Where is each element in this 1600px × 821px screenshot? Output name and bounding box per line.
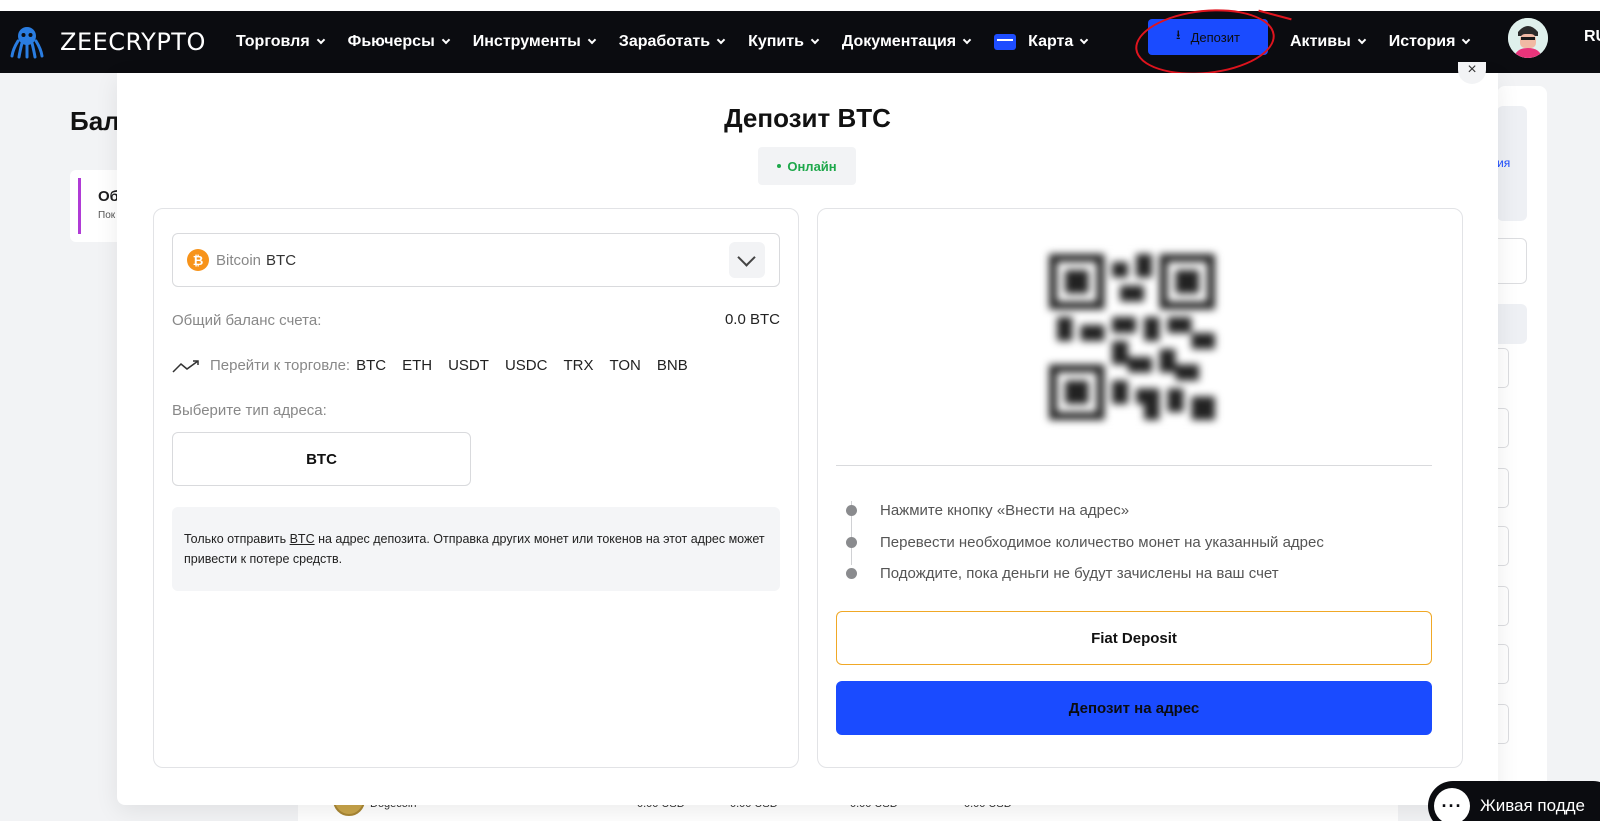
overview-card-title: Об xyxy=(98,188,119,205)
right-row-button[interactable] xyxy=(1497,526,1509,566)
user-avatar-icon xyxy=(1508,18,1548,58)
chevron-down-icon xyxy=(316,35,325,45)
trade-link-bnb[interactable]: BNB xyxy=(657,357,688,374)
trade-links: Перейти к торговле: BTC ETH USDT USDC TR… xyxy=(172,357,704,374)
coin-ticker: BTC xyxy=(266,251,297,269)
right-table-header xyxy=(1497,304,1527,344)
trend-up-icon xyxy=(172,359,199,373)
main-menu: Торговля Фьючерсы Инструменты Заработать… xyxy=(236,33,1111,51)
warning-text-pre: Только отправить xyxy=(184,532,290,546)
deposit-form-panel: ₿ Bitcoin BTC Общий баланс счета: 0.0 BT… xyxy=(153,208,799,768)
instruction-steps: Нажмите кнопку «Внести на адрес» Перевес… xyxy=(846,495,1426,590)
right-link[interactable]: ия xyxy=(1497,156,1510,170)
chevron-down-icon xyxy=(810,35,820,45)
status-badge: Онлайн xyxy=(758,147,856,185)
download-arrow-icon: ⭳ xyxy=(1176,27,1181,42)
menu-trading[interactable]: Торговля xyxy=(236,33,325,51)
status-dot-icon xyxy=(777,164,782,168)
deposit-modal: Депозит BTC Онлайн ₿ Bitcoin BTC Общий б… xyxy=(117,73,1498,805)
overview-card-subtitle: Пок xyxy=(98,210,116,221)
language-selector[interactable]: RU xyxy=(1584,28,1600,46)
menu-history[interactable]: История xyxy=(1389,33,1471,51)
trade-link-ton[interactable]: TON xyxy=(609,357,640,374)
octopus-logo-icon xyxy=(10,27,44,59)
balance-value: 0.0 BTC xyxy=(724,311,780,328)
chevron-down-icon xyxy=(1357,35,1366,45)
menu-buy[interactable]: Купить xyxy=(748,33,820,51)
list-item: Перевести необходимое количество монет н… xyxy=(846,527,1426,559)
modal-title: Депозит BTC xyxy=(724,103,891,133)
trade-link-trx[interactable]: TRX xyxy=(563,357,593,374)
list-item: Нажмите кнопку «Внести на адрес» xyxy=(846,495,1426,527)
brand-name: ZEECRYPTO xyxy=(60,28,206,56)
address-type-label: Выберите тип адреса: xyxy=(172,402,327,419)
warning-box: Только отправить BTC на адрес депозита. … xyxy=(172,507,780,591)
trade-link-usdc[interactable]: USDC xyxy=(505,357,548,374)
right-row-button[interactable] xyxy=(1497,644,1509,684)
avatar[interactable] xyxy=(1508,18,1548,58)
menu-earn[interactable]: Заработать xyxy=(619,33,726,51)
right-row-button[interactable] xyxy=(1497,586,1509,626)
qr-code-icon xyxy=(1049,254,1215,420)
nav-deposit-label: Депозит xyxy=(1190,29,1240,45)
menu-docs[interactable]: Документация xyxy=(842,33,972,51)
menu-assets[interactable]: Активы xyxy=(1290,33,1366,51)
live-chat-button[interactable]: ··· Живая подде xyxy=(1428,781,1600,821)
coin-name: Bitcoin xyxy=(216,251,262,269)
chevron-down-icon xyxy=(962,35,972,45)
card-icon xyxy=(994,34,1017,50)
right-row-button[interactable] xyxy=(1497,348,1509,388)
right-row-button[interactable] xyxy=(1497,408,1509,448)
right-row-button[interactable] xyxy=(1497,468,1509,508)
page-title: Бал xyxy=(70,106,120,136)
right-row-button[interactable] xyxy=(1497,704,1509,744)
menu-tools[interactable]: Инструменты xyxy=(473,33,597,51)
active-indicator xyxy=(78,178,81,234)
address-type-button[interactable]: BTC xyxy=(172,432,471,486)
menu-card[interactable]: Карта xyxy=(994,33,1089,51)
trade-link-usdt[interactable]: USDT xyxy=(448,357,489,374)
right-panel: ия xyxy=(1497,86,1547,816)
chevron-down-icon xyxy=(441,35,450,45)
top-strip xyxy=(0,0,1600,11)
warning-coin: BTC xyxy=(289,532,315,546)
divider xyxy=(836,465,1432,466)
list-item: Подождите, пока деньги не будут зачислен… xyxy=(846,558,1426,590)
status-label: Онлайн xyxy=(787,158,837,174)
chevron-down-icon xyxy=(716,35,726,45)
coin-select[interactable]: ₿ Bitcoin BTC xyxy=(172,233,780,287)
right-search-input[interactable] xyxy=(1497,238,1527,284)
chevron-down-icon xyxy=(587,35,597,45)
bitcoin-icon: ₿ xyxy=(187,249,209,271)
fiat-deposit-button[interactable]: Fiat Deposit xyxy=(836,611,1432,665)
trade-label: Перейти к торговле: xyxy=(210,357,351,374)
chevron-down-icon[interactable] xyxy=(729,242,765,278)
deposit-to-address-button[interactable]: Депозит на адрес xyxy=(836,681,1432,735)
trade-link-eth[interactable]: ETH xyxy=(402,357,432,374)
nav-deposit-button[interactable]: ⭳ Депозит xyxy=(1148,19,1268,55)
chevron-down-icon xyxy=(1080,35,1089,45)
balance-label: Общий баланс счета: xyxy=(172,312,322,329)
deposit-address-panel: Нажмите кнопку «Внести на адрес» Перевес… xyxy=(817,208,1463,768)
step-bullet-icon xyxy=(846,505,857,517)
menu-futures[interactable]: Фьючерсы xyxy=(348,33,450,51)
trade-link-btc[interactable]: BTC xyxy=(356,357,386,374)
logo[interactable]: ZEECRYPTO xyxy=(10,25,210,59)
chat-label: Живая подде xyxy=(1480,796,1585,815)
chat-bubble-icon: ··· xyxy=(1434,788,1470,821)
step-bullet-icon xyxy=(846,568,857,580)
step-bullet-icon xyxy=(846,536,857,548)
chevron-down-icon xyxy=(1462,35,1471,45)
